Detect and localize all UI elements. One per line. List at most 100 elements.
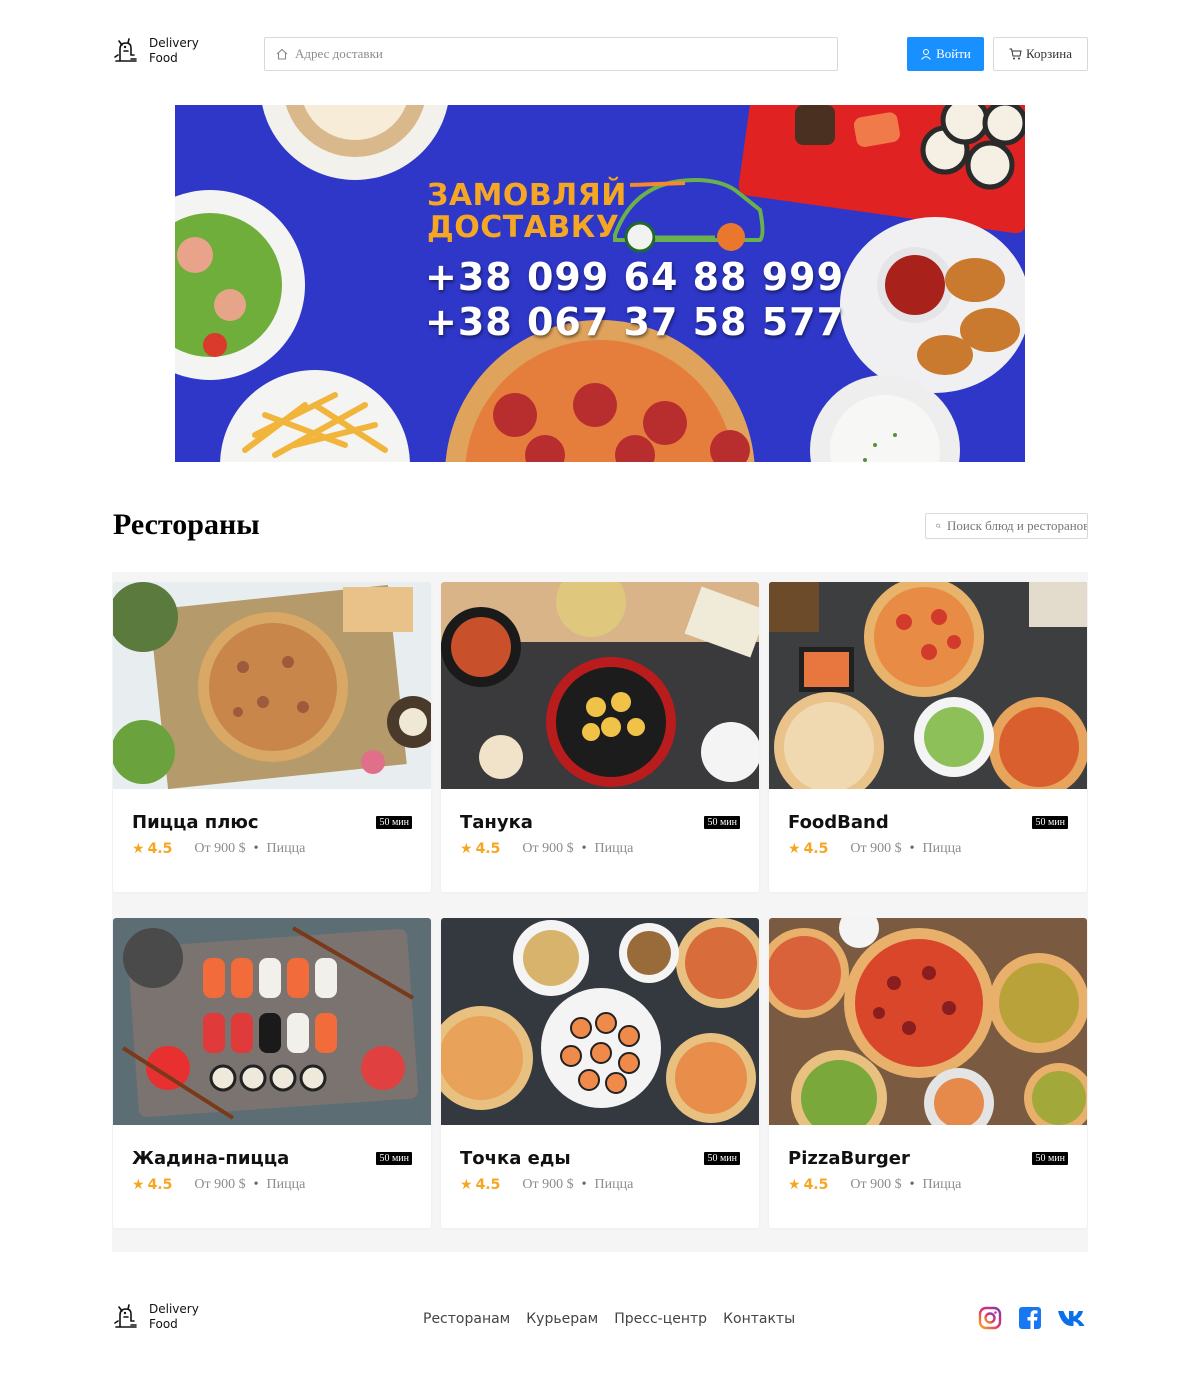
price: От 900 $ xyxy=(850,841,902,856)
vk-icon[interactable] xyxy=(1057,1306,1089,1330)
delivery-time-badge: 50 мин xyxy=(376,1152,412,1165)
restaurant-name: Жадина-пицца xyxy=(132,1148,290,1169)
search-input[interactable] xyxy=(947,518,1087,534)
footer-logo[interactable]: Delivery Food xyxy=(112,1302,199,1332)
address-field[interactable] xyxy=(264,37,838,71)
star-icon: ★ xyxy=(132,841,145,857)
star-icon: ★ xyxy=(460,1177,473,1193)
user-icon xyxy=(921,49,931,60)
category: Пицца xyxy=(266,841,306,856)
header: Delivery Food Войти Корзина xyxy=(112,36,1088,72)
logo[interactable]: Delivery Food xyxy=(112,36,199,66)
logo-line1: Delivery xyxy=(149,36,199,50)
restaurant-meta: ★ 4.5 От 900 $ • Пицца xyxy=(132,1177,305,1193)
price: От 900 $ xyxy=(194,841,246,856)
footer-link-couriers[interactable]: Курьерам xyxy=(526,1311,598,1327)
logo-icon xyxy=(114,1304,137,1328)
restaurant-meta: ★ 4.5 От 900 $ • Пицца xyxy=(788,1177,961,1193)
restaurant-meta: ★ 4.5 От 900 $ • Пицца xyxy=(788,841,961,857)
address-input[interactable] xyxy=(295,46,815,62)
restaurant-name: FoodBand xyxy=(788,812,889,833)
cart-label: Корзина xyxy=(1025,46,1072,61)
rating: ★ 4.5 xyxy=(132,841,172,857)
separator-dot: • xyxy=(253,841,259,856)
rating-value: 4.5 xyxy=(147,1177,173,1193)
rating-value: 4.5 xyxy=(475,841,501,857)
restaurant-name: Точка еды xyxy=(460,1148,571,1169)
footer-logo-line2: Food xyxy=(149,1317,178,1331)
delivery-time-badge: 50 мин xyxy=(376,816,412,829)
restaurant-image xyxy=(113,918,431,1125)
banner-title-line2: ДОСТАВКУ xyxy=(427,210,620,245)
footer-nav: Ресторанам Курьерам Пресс-центр Контакты xyxy=(423,1311,795,1327)
login-label: Войти xyxy=(936,46,971,61)
footer-link-restaurants[interactable]: Ресторанам xyxy=(423,1311,510,1327)
rating-value: 4.5 xyxy=(475,1177,501,1193)
price: От 900 $ xyxy=(522,1177,574,1192)
restaurant-image xyxy=(769,918,1087,1125)
restaurant-card[interactable]: FoodBand 50 мин ★ 4.5 От 900 $ • Пицца xyxy=(769,582,1087,892)
cart-button[interactable]: Корзина xyxy=(993,37,1088,71)
footer-logo-line1: Delivery xyxy=(149,1302,199,1316)
promo-banner[interactable]: ЗАМОВЛЯЙ ДОСТАВКУ +38 099 64 88 999 +38 … xyxy=(175,105,1025,462)
price: От 900 $ xyxy=(850,1177,902,1192)
star-icon: ★ xyxy=(788,1177,801,1193)
restaurant-meta: ★ 4.5 От 900 $ • Пицца xyxy=(132,841,305,857)
restaurant-name: Пицца плюс xyxy=(132,812,259,833)
separator-dot: • xyxy=(581,1177,587,1192)
restaurant-name: Танука xyxy=(460,812,533,833)
restaurant-meta: ★ 4.5 От 900 $ • Пицца xyxy=(460,1177,633,1193)
rating-value: 4.5 xyxy=(803,1177,829,1193)
rating: ★ 4.5 xyxy=(788,1177,828,1193)
restaurant-image xyxy=(441,918,759,1125)
category: Пицца xyxy=(922,841,962,856)
delivery-time-badge: 50 мин xyxy=(704,816,740,829)
home-icon xyxy=(276,48,288,60)
rating-value: 4.5 xyxy=(147,841,173,857)
rating-value: 4.5 xyxy=(803,841,829,857)
instagram-icon[interactable] xyxy=(978,1306,1002,1330)
logo-line2: Food xyxy=(149,51,178,65)
login-button[interactable]: Войти xyxy=(907,37,984,71)
category: Пицца xyxy=(594,841,634,856)
banner-title: ЗАМОВЛЯЙ ДОСТАВКУ xyxy=(427,180,627,244)
banner-phone-2: +38 067 37 58 577 xyxy=(425,300,845,344)
restaurant-meta: ★ 4.5 От 900 $ • Пицца xyxy=(460,841,633,857)
search-field[interactable] xyxy=(925,513,1088,539)
footer-link-contacts[interactable]: Контакты xyxy=(723,1311,795,1327)
delivery-time-badge: 50 мин xyxy=(704,1152,740,1165)
separator-dot: • xyxy=(253,1177,259,1192)
restaurant-card[interactable]: Пицца плюс 50 мин ★ 4.5 От 900 $ • Пицца xyxy=(113,582,431,892)
footer-link-press[interactable]: Пресс-центр xyxy=(614,1311,707,1327)
restaurant-card[interactable]: Жадина-пицца 50 мин ★ 4.5 От 900 $ • Пицц… xyxy=(113,918,431,1228)
banner-title-line1: ЗАМОВЛЯЙ xyxy=(427,178,627,213)
rating: ★ 4.5 xyxy=(460,1177,500,1193)
category: Пицца xyxy=(594,1177,634,1192)
separator-dot: • xyxy=(909,1177,915,1192)
cart-icon xyxy=(1009,48,1022,60)
banner-phone-1: +38 099 64 88 999 xyxy=(425,255,845,299)
star-icon: ★ xyxy=(460,841,473,857)
restaurant-image xyxy=(441,582,759,789)
delivery-time-badge: 50 мин xyxy=(1032,1152,1068,1165)
rating: ★ 4.5 xyxy=(460,841,500,857)
section-title: Рестораны xyxy=(113,508,260,541)
restaurant-card[interactable]: PizzaBurger 50 мин ★ 4.5 От 900 $ • Пицца xyxy=(769,918,1087,1228)
logo-icon xyxy=(114,38,137,62)
separator-dot: • xyxy=(909,841,915,856)
delivery-time-badge: 50 мин xyxy=(1032,816,1068,829)
restaurant-card[interactable]: Точка еды 50 мин ★ 4.5 От 900 $ • Пицца xyxy=(441,918,759,1228)
category: Пицца xyxy=(922,1177,962,1192)
restaurant-image xyxy=(769,582,1087,789)
separator-dot: • xyxy=(581,841,587,856)
restaurant-card[interactable]: Танука 50 мин ★ 4.5 От 900 $ • Пицца xyxy=(441,582,759,892)
price: От 900 $ xyxy=(522,841,574,856)
rating: ★ 4.5 xyxy=(788,841,828,857)
restaurant-name: PizzaBurger xyxy=(788,1148,910,1169)
star-icon: ★ xyxy=(132,1177,145,1193)
restaurant-image xyxy=(113,582,431,789)
star-icon: ★ xyxy=(788,841,801,857)
category: Пицца xyxy=(266,1177,306,1192)
price: От 900 $ xyxy=(194,1177,246,1192)
facebook-icon[interactable] xyxy=(1018,1306,1042,1330)
